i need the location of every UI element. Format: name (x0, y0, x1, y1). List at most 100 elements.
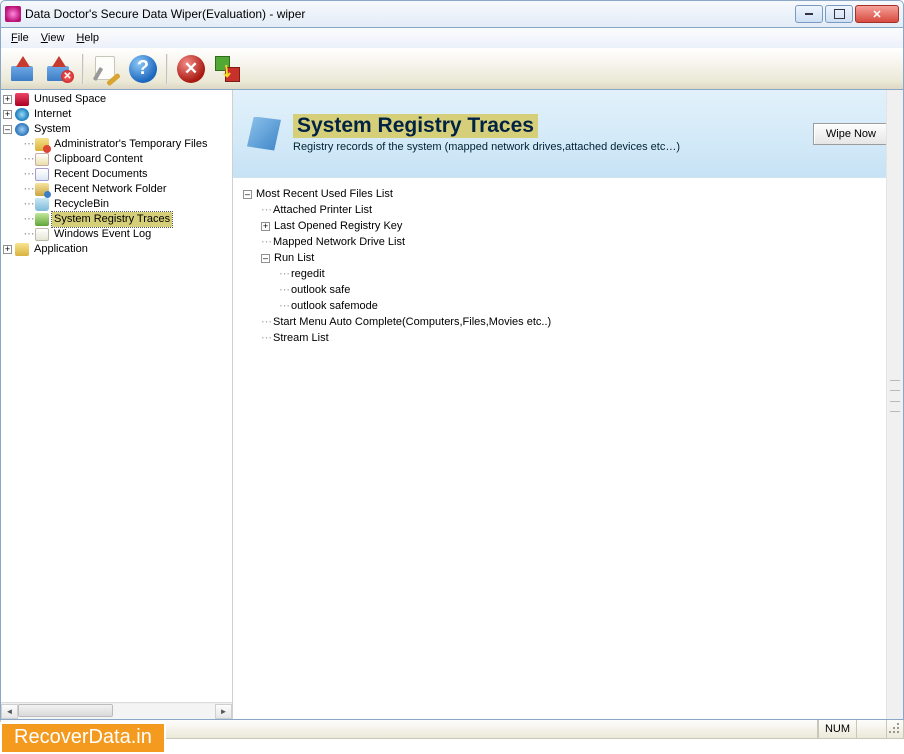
status-num: NUM (818, 720, 857, 738)
wipe-now-button[interactable]: Wipe Now (813, 123, 889, 145)
toolbar-help-button[interactable]: ? (127, 53, 159, 85)
expander-icon[interactable]: + (3, 245, 12, 254)
tree-node-recent-docs[interactable]: Recent Documents (1, 167, 232, 182)
banner-description: Registry records of the system (mapped n… (293, 141, 801, 153)
mru-root[interactable]: – Most Recent Used Files List (243, 186, 893, 202)
tree-connector (21, 227, 35, 242)
application-icon (15, 243, 29, 256)
folder-delete-icon: ✕ (45, 56, 73, 82)
tree-node-system[interactable]: – System (1, 122, 232, 137)
scroll-thumb[interactable] (18, 704, 113, 717)
gear-icon (15, 123, 29, 136)
tree-node-registry-traces[interactable]: System Registry Traces (1, 212, 232, 227)
tree-connector (21, 137, 35, 152)
scroll-right-button[interactable]: ► (215, 704, 232, 719)
content: + Unused Space + Internet – System Admin… (0, 90, 904, 720)
sidebar-hscrollbar[interactable]: ◄ ► (1, 702, 232, 719)
menu-view[interactable]: View (35, 30, 71, 46)
mru-last-opened-reg[interactable]: + Last Opened Registry Key (243, 218, 893, 234)
scroll-track[interactable] (18, 704, 215, 719)
tree-connector: ⋯ (261, 202, 271, 218)
toolbar-separator (82, 54, 84, 84)
tree-connector: ⋯ (261, 314, 271, 330)
registry-cube-icon (247, 117, 281, 151)
tree-node-application[interactable]: + Application (1, 242, 232, 257)
mru-attached-printer[interactable]: ⋯ Attached Printer List (243, 202, 893, 218)
toolbar-separator (166, 54, 168, 84)
sidebar: + Unused Space + Internet – System Admin… (1, 90, 233, 719)
tree-node-admin-temp[interactable]: Administrator's Temporary Files (1, 137, 232, 152)
menu-file[interactable]: File (5, 30, 35, 46)
tools-icon (93, 56, 121, 82)
status-cell-empty1 (788, 720, 818, 738)
tree-connector: ⋯ (261, 330, 271, 346)
mru-run-regedit[interactable]: ⋯ regedit (243, 266, 893, 282)
expander-icon[interactable]: + (261, 222, 270, 231)
tree-connector (21, 182, 35, 197)
mru-stream-list[interactable]: ⋯ Stream List (243, 330, 893, 346)
maximize-button[interactable] (825, 5, 853, 23)
toolbar-settings-button[interactable] (91, 53, 123, 85)
toolbar-stop-button[interactable]: ✕ (175, 53, 207, 85)
window-title: Data Doctor's Secure Data Wiper(Evaluati… (25, 7, 793, 21)
expander-icon[interactable]: – (243, 190, 252, 199)
app-icon (5, 6, 21, 22)
document-icon (35, 168, 49, 181)
toolbar-open-button[interactable] (7, 53, 39, 85)
banner: System Registry Traces Registry records … (233, 90, 903, 178)
banner-title: System Registry Traces (293, 114, 538, 138)
toolbar-refresh-button[interactable]: ↘ (211, 53, 243, 85)
tree-connector (21, 212, 35, 227)
main-tree: – Most Recent Used Files List ⋯ Attached… (233, 178, 903, 354)
folder-icon (35, 138, 49, 151)
tree-node-unused-space[interactable]: + Unused Space (1, 92, 232, 107)
tree-node-recyclebin[interactable]: RecycleBin (1, 197, 232, 212)
tree-node-event-log[interactable]: Windows Event Log (1, 227, 232, 242)
tree-node-clipboard[interactable]: Clipboard Content (1, 152, 232, 167)
main-panel: System Registry Traces Registry records … (233, 90, 903, 719)
network-folder-icon (35, 183, 49, 196)
tree-connector: ⋯ (279, 282, 289, 298)
watermark: RecoverData.in (0, 722, 166, 754)
tree-connector: ⋯ (279, 266, 289, 282)
refresh-icon: ↘ (213, 55, 241, 83)
expander-icon[interactable]: – (3, 125, 12, 134)
status-cell-empty2 (857, 720, 887, 738)
mru-start-menu[interactable]: ⋯ Start Menu Auto Complete(Computers,Fil… (243, 314, 893, 330)
recyclebin-icon (35, 198, 49, 211)
scroll-left-button[interactable]: ◄ (1, 704, 18, 719)
mru-mapped-drive[interactable]: ⋯ Mapped Network Drive List (243, 234, 893, 250)
minimize-button[interactable] (795, 5, 823, 23)
expander-icon[interactable]: – (261, 254, 270, 263)
cancel-icon: ✕ (177, 55, 205, 83)
registry-icon (35, 213, 49, 226)
toolbar: ✕ ? ✕ ↘ (0, 48, 904, 90)
expander-icon[interactable]: + (3, 110, 12, 119)
close-button[interactable] (855, 5, 899, 23)
resize-grip-icon[interactable] (887, 721, 903, 737)
tree-connector: ⋯ (261, 234, 271, 250)
scroll-grip-icon (890, 380, 900, 412)
mru-run-outlook-safemode[interactable]: ⋯ outlook safemode (243, 298, 893, 314)
main-vscrollbar[interactable] (886, 90, 903, 719)
clipboard-icon (35, 153, 49, 166)
tree-connector (21, 197, 35, 212)
log-icon (35, 228, 49, 241)
mru-run-list[interactable]: – Run List (243, 250, 893, 266)
expander-icon[interactable]: + (3, 95, 12, 104)
tree-node-recent-net[interactable]: Recent Network Folder (1, 182, 232, 197)
folder-arrow-icon (9, 56, 37, 82)
tree-connector (21, 152, 35, 167)
globe-icon (15, 108, 29, 121)
tree-connector (21, 167, 35, 182)
tree-connector: ⋯ (279, 298, 289, 314)
mru-run-outlook-safe[interactable]: ⋯ outlook safe (243, 282, 893, 298)
tree-node-internet[interactable]: + Internet (1, 107, 232, 122)
sidebar-tree: + Unused Space + Internet – System Admin… (1, 90, 232, 259)
menu-help[interactable]: Help (70, 30, 105, 46)
help-icon: ? (129, 55, 157, 83)
drive-icon (15, 93, 29, 106)
toolbar-delete-button[interactable]: ✕ (43, 53, 75, 85)
menubar: File View Help (0, 28, 904, 48)
titlebar[interactable]: Data Doctor's Secure Data Wiper(Evaluati… (0, 0, 904, 28)
